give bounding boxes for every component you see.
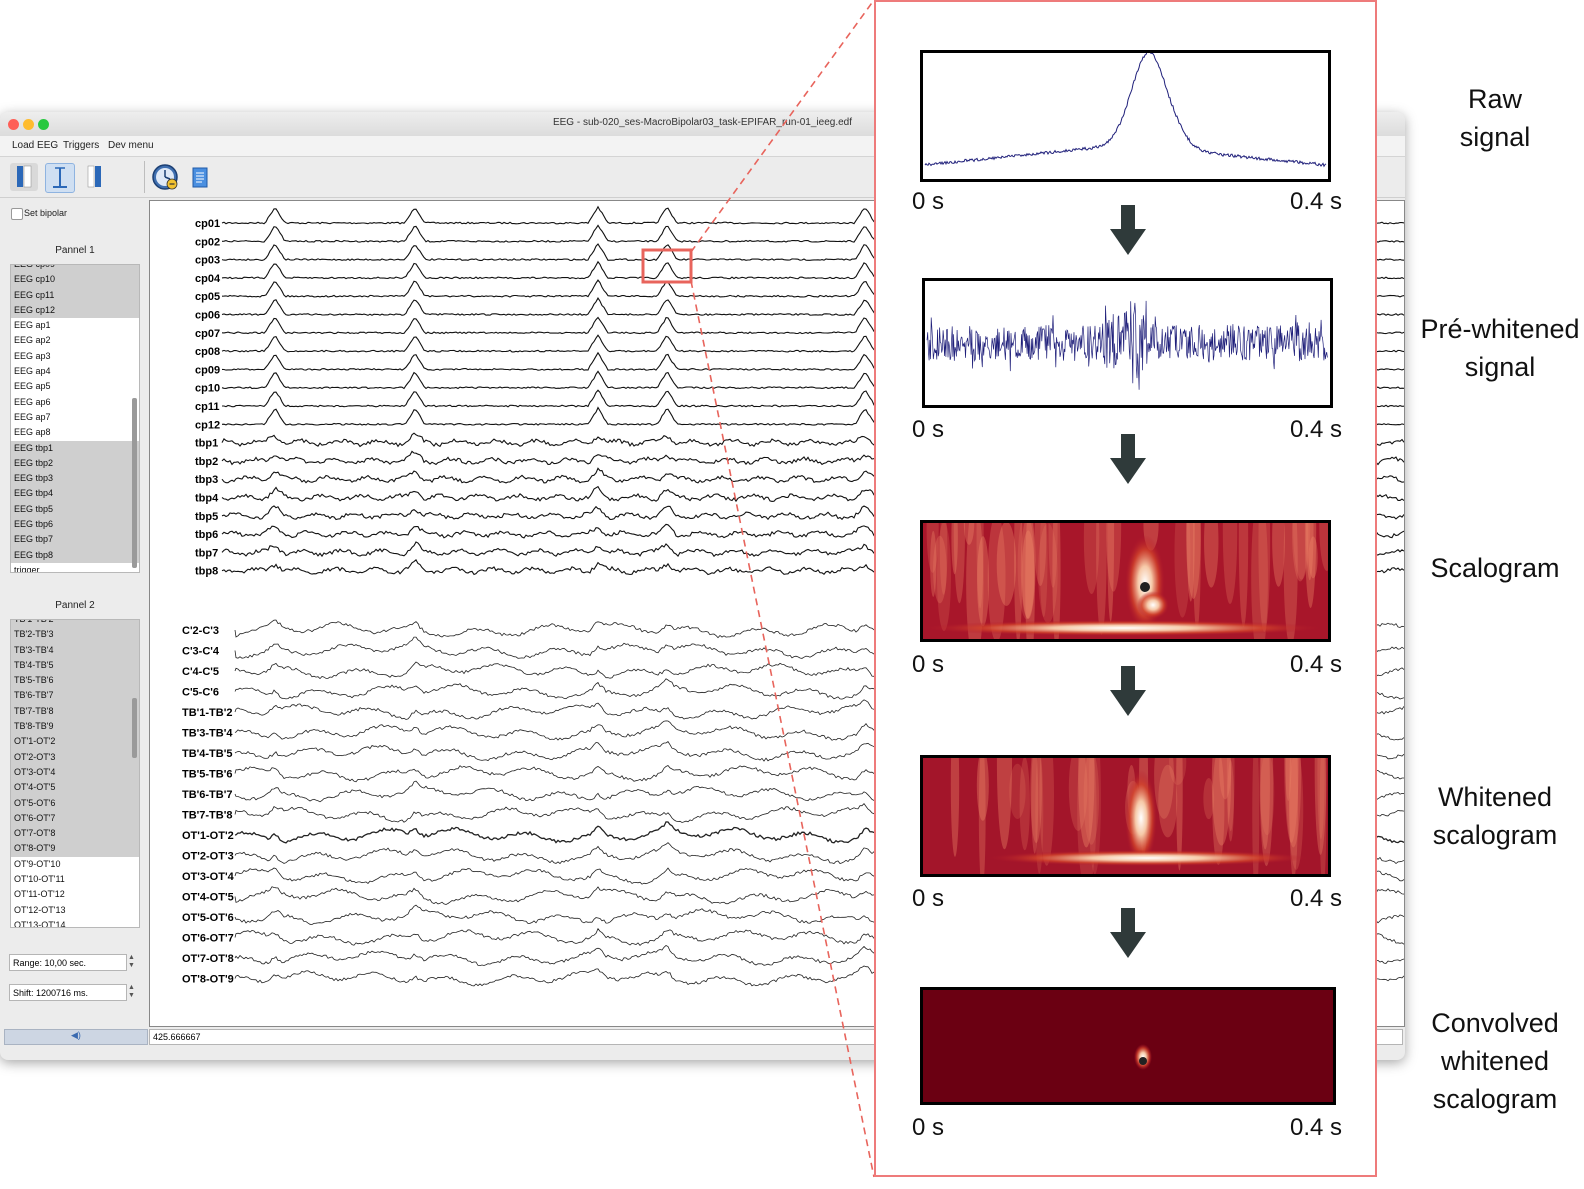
scalogram-streak xyxy=(987,523,1006,639)
scalogram-streak xyxy=(930,530,937,597)
scalogram-streak xyxy=(1319,758,1327,874)
scalogram-peak xyxy=(1139,1057,1147,1065)
convolved-whitened-scalogram-label: Convolved whitened scalogram xyxy=(1410,1004,1580,1118)
scalogram-streak xyxy=(1038,523,1058,624)
event-highlight-box xyxy=(641,248,693,284)
raw-signal-plot xyxy=(920,50,1331,182)
scalogram-blob xyxy=(923,620,1323,636)
scalogram-peak xyxy=(1140,582,1150,592)
zoom-line-bottom xyxy=(690,280,875,1178)
scalogram-streak xyxy=(1158,764,1178,838)
scalogram-background xyxy=(923,990,1333,1102)
label-line: Whitened xyxy=(1437,782,1553,812)
label-line: scalogram xyxy=(1432,1084,1558,1114)
scalogram-streak xyxy=(1009,763,1026,819)
prewhitened-signal-line xyxy=(926,300,1328,390)
label-line: Scalogram xyxy=(1430,553,1560,583)
scalogram-time-end: 0.4 s xyxy=(1290,651,1343,678)
label-line: signal xyxy=(1459,122,1531,152)
prewhitened-signal-trace xyxy=(926,300,1328,390)
down-arrow-icon xyxy=(1110,434,1146,484)
whitened-scalogram-label: Whitened scalogram xyxy=(1410,778,1580,854)
label-line: whitened xyxy=(1440,1046,1550,1076)
raw-signal-label: Raw signal xyxy=(1410,80,1580,156)
label-line: signal xyxy=(1464,352,1536,382)
scalogram-blob xyxy=(988,850,1308,866)
whitened-time-start: 0 s xyxy=(912,885,945,912)
down-arrow-icon xyxy=(1110,666,1146,716)
scalogram-label: Scalogram xyxy=(1410,549,1580,587)
raw-time-start: 0 s xyxy=(912,188,945,215)
prewhitened-signal-plot xyxy=(922,278,1333,408)
prewhitened-signal-label: Pré-whitened signal xyxy=(1410,310,1584,386)
convolved-scalogram-image xyxy=(920,987,1336,1105)
whitened-scalogram-heatmap xyxy=(923,758,1328,874)
label-line: Pré-whitened xyxy=(1420,314,1580,344)
label-line: Convolved xyxy=(1431,1008,1559,1038)
scalogram-time-start: 0 s xyxy=(912,651,945,678)
scalogram-blob xyxy=(1137,591,1169,619)
prewhitened-time-end: 0.4 s xyxy=(1290,416,1343,443)
whitened-time-end: 0.4 s xyxy=(1290,885,1343,912)
down-arrow-icon xyxy=(1110,908,1146,958)
raw-signal-trace xyxy=(924,53,1327,168)
label-line: Raw xyxy=(1467,84,1522,114)
convolved-time-start: 0 s xyxy=(912,1114,945,1141)
convolved-time-end: 0.4 s xyxy=(1290,1114,1343,1141)
raw-time-end: 0.4 s xyxy=(1290,188,1343,215)
zoom-line-top xyxy=(690,0,875,253)
scalogram-image xyxy=(920,520,1331,642)
prewhitened-time-start: 0 s xyxy=(912,416,945,443)
label-line: scalogram xyxy=(1432,820,1558,850)
raw-signal-line xyxy=(924,53,1327,168)
whitened-scalogram-image xyxy=(920,755,1331,877)
scalogram-heatmap xyxy=(923,523,1328,639)
convolved-scalogram-heatmap xyxy=(923,990,1333,1102)
pipeline-panel: 0 s 0.4 s 0 s 0.4 s 0 s 0.4 s 0 s 0.4 s … xyxy=(874,0,1377,1177)
down-arrow-icon xyxy=(1110,205,1146,255)
